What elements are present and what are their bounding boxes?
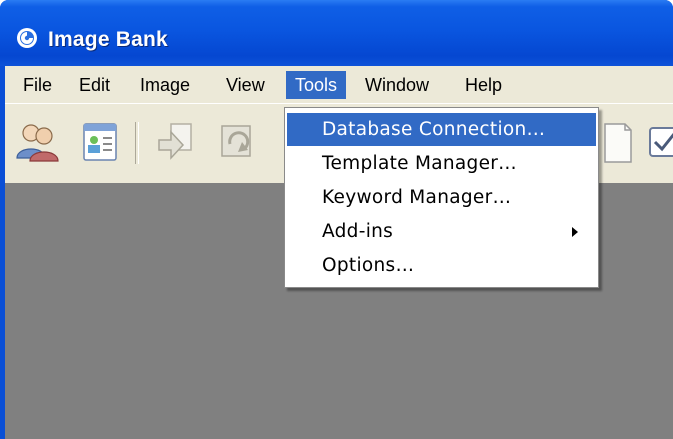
- menu-item-database-connection[interactable]: Database Connection…: [287, 113, 596, 146]
- window-title: Image Bank: [48, 28, 168, 51]
- menu-tools[interactable]: Tools: [286, 71, 347, 99]
- menu-item-template-manager[interactable]: Template Manager…: [287, 147, 596, 180]
- menu-help[interactable]: Help: [456, 71, 511, 99]
- menu-item-label: Options…: [322, 255, 415, 276]
- menu-bar: File Edit Image View Tools Window Help: [5, 66, 673, 103]
- menu-item-options[interactable]: Options…: [287, 249, 596, 282]
- menu-file[interactable]: File: [14, 71, 61, 99]
- contact-card-icon[interactable]: [77, 118, 125, 166]
- image-bank-app-icon: [17, 28, 37, 48]
- menu-item-label: Template Manager…: [322, 153, 517, 174]
- title-bar[interactable]: Image Bank: [0, 0, 673, 66]
- menu-item-add-ins[interactable]: Add-ins: [287, 215, 596, 248]
- menu-edit[interactable]: Edit: [70, 71, 119, 99]
- menu-item-label: Database Connection…: [322, 119, 546, 140]
- import-arrow-icon[interactable]: [151, 118, 199, 166]
- menu-item-label: Keyword Manager…: [322, 187, 512, 208]
- menu-item-label: Add-ins: [322, 221, 394, 242]
- menu-image[interactable]: Image: [131, 71, 199, 99]
- menu-window[interactable]: Window: [356, 71, 438, 99]
- refresh-import-icon[interactable]: [214, 118, 262, 166]
- menu-view[interactable]: View: [217, 71, 274, 99]
- toolbar-separator: [135, 122, 139, 164]
- submenu-arrow-icon: [572, 227, 578, 237]
- app-window: Image Bank File Edit Image View Tools Wi…: [0, 0, 673, 439]
- checkbox-icon[interactable]: [645, 118, 673, 166]
- tools-menu-dropdown: Database Connection… Template Manager… K…: [284, 107, 599, 288]
- menu-item-keyword-manager[interactable]: Keyword Manager…: [287, 181, 596, 214]
- users-icon[interactable]: [13, 118, 61, 166]
